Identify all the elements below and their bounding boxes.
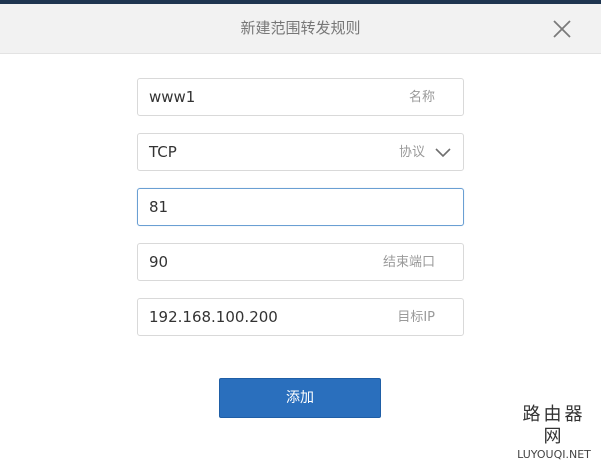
target-ip-label: 目标IP	[397, 310, 435, 325]
watermark: 路由器网 LUYOUQI.NET	[514, 404, 594, 462]
end-port-value: 90	[149, 253, 169, 271]
end-port-label: 结束端口	[382, 255, 435, 270]
name-value: www1	[149, 88, 196, 106]
end-port-field[interactable]: 90 结束端口	[137, 243, 464, 281]
name-label: 名称	[408, 90, 435, 105]
start-port-field[interactable]: 81	[137, 188, 464, 226]
target-ip-value: 192.168.100.200	[149, 308, 278, 326]
chevron-down-icon[interactable]	[435, 146, 451, 158]
watermark-cn: 路由器网	[522, 404, 586, 447]
add-button[interactable]: 添加	[219, 378, 381, 418]
dialog-title: 新建范围转发规则	[240, 19, 361, 37]
protocol-value: TCP	[149, 143, 177, 161]
close-button[interactable]	[549, 16, 575, 42]
protocol-label: 协议	[398, 145, 425, 160]
watermark-en: LUYOUQI.NET	[517, 448, 591, 461]
start-port-value: 81	[149, 198, 169, 216]
target-ip-field[interactable]: 192.168.100.200 目标IP	[137, 298, 464, 336]
name-field[interactable]: www1 名称	[137, 78, 464, 116]
close-icon	[553, 20, 571, 38]
protocol-select[interactable]: TCP 协议	[137, 133, 464, 171]
dialog-header: 新建范围转发规则	[0, 4, 601, 54]
